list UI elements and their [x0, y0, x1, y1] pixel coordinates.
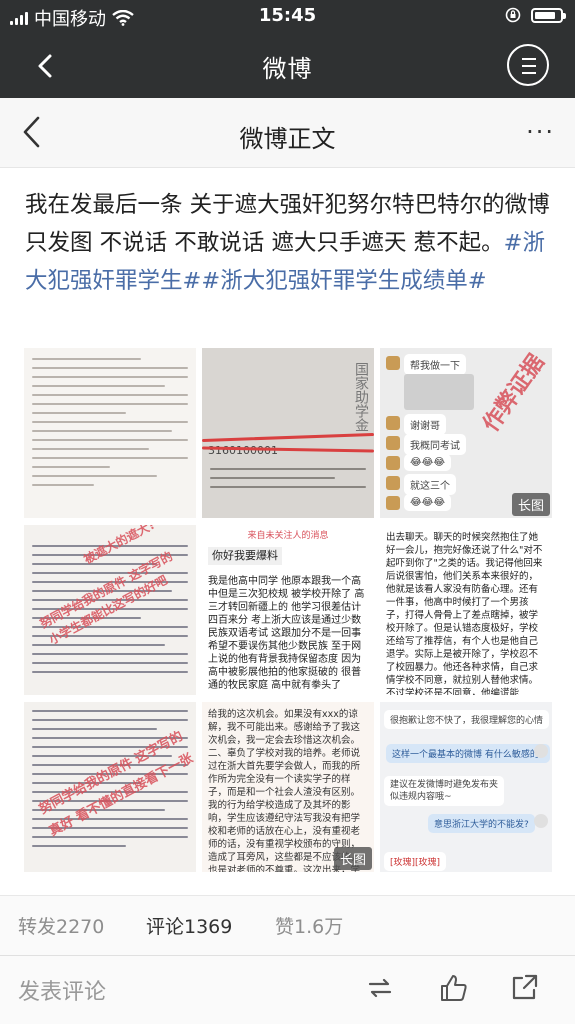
chat-message: 这样一个最基本的微博 有什么敏感的?	[386, 744, 550, 763]
status-bar: 中国移动 15:45	[0, 0, 575, 32]
orientation-lock-icon	[505, 7, 521, 23]
battery-icon	[531, 7, 566, 23]
post-image-1[interactable]	[24, 348, 196, 518]
long-image-badge: 长图	[511, 493, 550, 516]
post-image-2[interactable]: 国家助学金 3160100001	[202, 348, 374, 518]
avatar	[534, 744, 548, 758]
avatar	[386, 356, 400, 370]
message-greeting: 你好我要爆料	[208, 547, 282, 565]
chat-message: 很抱歉让您不快了，我很理解您的心情	[384, 710, 550, 729]
like-icon[interactable]	[438, 972, 470, 1004]
avatar	[534, 814, 548, 828]
repost-icon[interactable]	[364, 972, 396, 1004]
post-image-7[interactable]: 努同学给我的原件 这字写的 真好 看不懂的直接看下一张	[24, 702, 196, 872]
battery-level	[535, 11, 556, 19]
avatar	[386, 456, 400, 470]
chat-message: 谢谢哥	[404, 414, 446, 435]
engagement-stats: 转发2270 评论1369 赞1.6万	[0, 895, 575, 955]
menu-icon-line	[522, 65, 536, 67]
post-image-3[interactable]: 帮我做一下 谢谢哥 我概同考试 😂😂😂 就这三个 😂😂😂 作弊证据 长图	[380, 348, 552, 518]
hashtag-link[interactable]: #浙大犯强奸罪学生成绩单#	[201, 268, 486, 294]
avatar	[386, 496, 400, 510]
post-image-8[interactable]: 给我的这次机会。如果没有xxx的谅解，我不可能出来。感谢给予了我这次机会，我一定…	[202, 702, 374, 872]
comment-input[interactable]: 发表评论	[18, 974, 106, 1006]
chat-message: 我概同考试	[404, 434, 466, 455]
message-body: 我是他高中同学 他原本跟我一个高中但是三次犯校规 被学校开除了 高三才转回新疆上…	[208, 576, 365, 691]
bottom-action-bar: 发表评论	[0, 955, 575, 1024]
more-button[interactable]: ···	[526, 118, 555, 146]
status-time: 15:45	[258, 5, 317, 26]
image-watermark: 国家助学金	[353, 362, 369, 432]
like-count[interactable]: 赞1.6万	[275, 912, 343, 939]
chat-message: [玫瑰][玫瑰]	[384, 852, 447, 871]
post-image-9[interactable]: 很抱歉让您不快了，我很理解您的心情 这样一个最基本的微博 有什么敏感的? 建议在…	[380, 702, 552, 872]
chat-message: 意思浙江大学的不能发?	[428, 814, 535, 833]
comment-count[interactable]: 评论1369	[146, 912, 232, 939]
chat-message: 建议在发微博时避免发布夹似违规内容哦~	[384, 776, 504, 806]
share-icon[interactable]	[508, 972, 540, 1004]
page-title: 微博正文	[239, 125, 336, 153]
message-body: 出去聊天。聊天的时候突然抱住了她好一会儿，抱完好像还说了什么"对不起吓到你了"之…	[386, 532, 543, 695]
chat-message: 就这三个	[404, 474, 456, 495]
menu-icon-line	[522, 58, 536, 60]
chat-message: 😂😂😂	[404, 454, 452, 471]
chat-message: 帮我做一下	[404, 354, 466, 375]
message-source: 来自未关注人的消息	[247, 531, 329, 541]
menu-button[interactable]	[507, 44, 549, 86]
post-image-6[interactable]: 出去聊天。聊天的时候突然抱住了她好一会儿，抱完好像还说了什么"对不起吓到你了"之…	[380, 525, 552, 695]
long-image-badge: 长图	[333, 847, 372, 870]
image-grid: 国家助学金 3160100001 帮我做一下 谢谢哥 我概同考试 😂😂😂 就这三…	[24, 348, 552, 872]
post-image-4[interactable]: 被遮大的遮大? 努同学给我的原件 这字写的 小学生都能比这写的好吧	[24, 525, 196, 695]
repost-count[interactable]: 转发2270	[18, 912, 104, 939]
weibo-header: 微博正文 ···	[0, 98, 575, 168]
app-header: 微博	[0, 32, 575, 98]
post-body: 我在发最后一条 关于遮大强奸犯努尔特巴特尔的微博 只发图 不说话 不敢说话 遮大…	[25, 192, 550, 256]
avatar	[386, 476, 400, 490]
post-text: 我在发最后一条 关于遮大强奸犯努尔特巴特尔的微博 只发图 不说话 不敢说话 遮大…	[25, 186, 555, 300]
chat-message: 😂😂😂	[404, 494, 452, 511]
image-stamp: 作弊证据	[478, 350, 550, 437]
status-right	[505, 7, 566, 23]
avatar	[386, 436, 400, 450]
menu-icon-line	[522, 72, 536, 74]
app-title: 微博	[262, 55, 313, 83]
chat-image	[404, 374, 474, 410]
avatar	[386, 416, 400, 430]
post-image-5[interactable]: 来自未关注人的消息 你好我要爆料 我是他高中同学 他原本跟我一个高中但是三次犯校…	[202, 525, 374, 695]
